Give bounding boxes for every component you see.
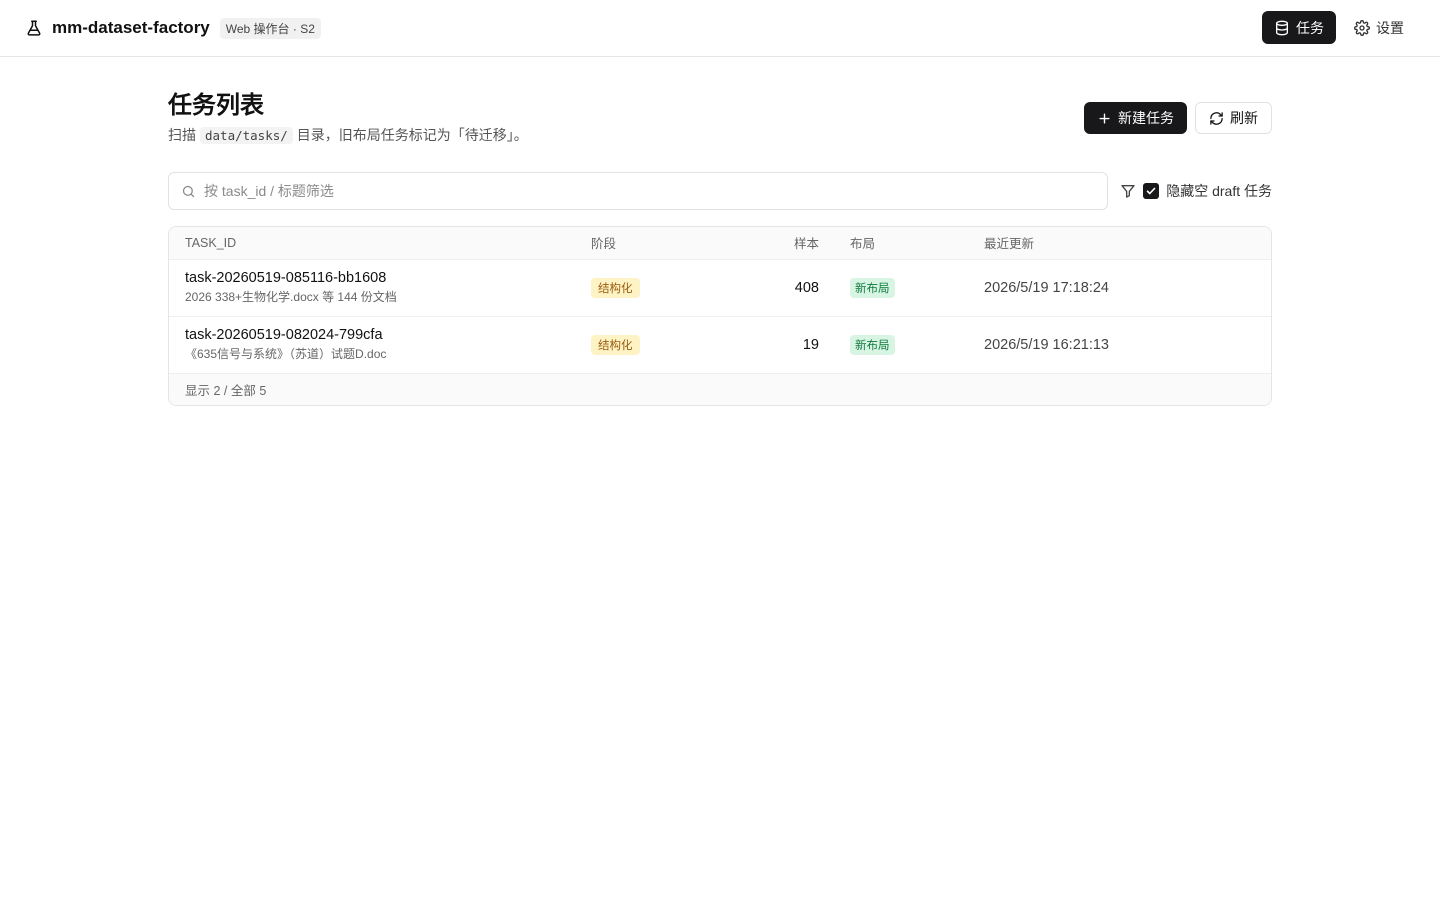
- subtitle-prefix: 扫描: [168, 127, 196, 143]
- table-row[interactable]: task-20260519-085116-bb1608 2026 338+生物化…: [169, 258, 1271, 316]
- task-title: 2026 338+生物化学.docx 等 144 份文档: [185, 290, 397, 304]
- task-id[interactable]: task-20260519-085116-bb1608: [185, 270, 591, 286]
- col-samples: 样本: [793, 237, 819, 252]
- filter-bar: 隐藏空 draft 任务: [168, 172, 1272, 210]
- layout-badge: 新布局: [850, 334, 895, 355]
- updated-time: 2026/5/19 17:18:24: [984, 280, 1109, 296]
- app-name: mm-dataset-factory: [52, 18, 210, 37]
- flask-icon: [24, 18, 44, 38]
- stage-badge: 结构化: [591, 334, 640, 355]
- hide-empty-filter: 隐藏空 draft 任务: [1120, 181, 1272, 201]
- sample-count: 19: [802, 337, 819, 354]
- main-content: 任务列表 扫描 data/tasks/ 目录，旧布局任务标记为「待迁移」。 新建…: [168, 57, 1272, 406]
- table-footer: 显示 2 / 全部 5: [169, 373, 1271, 405]
- table-row[interactable]: task-20260519-082024-799cfa 《635信号与系统》（苏…: [169, 315, 1271, 373]
- nav-tasks-button[interactable]: 任务: [1262, 11, 1336, 44]
- main-nav: 任务 设置: [1262, 11, 1416, 44]
- search-icon: [182, 185, 195, 197]
- updated-time: 2026/5/19 16:21:13: [984, 337, 1109, 354]
- hide-empty-checkbox[interactable]: [1143, 183, 1160, 199]
- subtitle-suffix: 目录，旧布局任务标记为「待迁移」。: [296, 127, 528, 143]
- nav-tasks-label: 任务: [1296, 19, 1324, 36]
- task-table: TASK_ID 阶段 样本 布局 最近更新 task-20260519-0851…: [168, 226, 1272, 406]
- brand[interactable]: mm-dataset-factory Web 操作台 · S2: [24, 17, 321, 39]
- page-subtitle: 扫描 data/tasks/ 目录，旧布局任务标记为「待迁移」。: [168, 125, 528, 145]
- nav-settings-button[interactable]: 设置: [1342, 11, 1416, 44]
- col-updated: 最近更新: [984, 237, 1035, 252]
- layout-badge: 新布局: [850, 277, 895, 298]
- col-task-id: TASK_ID: [185, 235, 237, 250]
- new-task-button[interactable]: 新建任务: [1084, 102, 1187, 134]
- table-header-row: TASK_ID 阶段 样本 布局 最近更新: [169, 227, 1271, 259]
- version-badge: Web 操作台 · S2: [219, 17, 321, 39]
- refresh-icon: [1210, 111, 1223, 125]
- page-actions: 新建任务 刷新: [1084, 102, 1272, 134]
- refresh-button[interactable]: 刷新: [1195, 102, 1272, 134]
- subtitle-path-code: data/tasks/: [200, 126, 293, 144]
- nav-settings-label: 设置: [1376, 19, 1404, 36]
- check-icon: [1146, 187, 1156, 195]
- refresh-label: 刷新: [1230, 110, 1258, 126]
- new-task-label: 新建任务: [1118, 110, 1174, 126]
- top-bar: mm-dataset-factory Web 操作台 · S2 任务 设置: [0, 0, 1440, 57]
- col-stage: 阶段: [591, 237, 617, 252]
- page-header: 任务列表 扫描 data/tasks/ 目录，旧布局任务标记为「待迁移」。 新建…: [168, 91, 1272, 145]
- stage-badge: 结构化: [591, 277, 640, 298]
- search-box: [168, 172, 1109, 210]
- plus-icon: [1099, 112, 1110, 124]
- task-id[interactable]: task-20260519-082024-799cfa: [185, 327, 591, 343]
- gear-icon: [1354, 19, 1370, 36]
- database-icon: [1276, 20, 1288, 35]
- page-title: 任务列表: [168, 92, 264, 119]
- search-input[interactable]: [204, 183, 1096, 199]
- task-title: 《635信号与系统》（苏道）试题D.doc: [185, 347, 387, 362]
- col-layout: 布局: [850, 237, 876, 252]
- hide-empty-label[interactable]: 隐藏空 draft 任务: [1166, 181, 1272, 201]
- sample-count: 408: [794, 280, 819, 296]
- filter-icon: [1121, 185, 1135, 198]
